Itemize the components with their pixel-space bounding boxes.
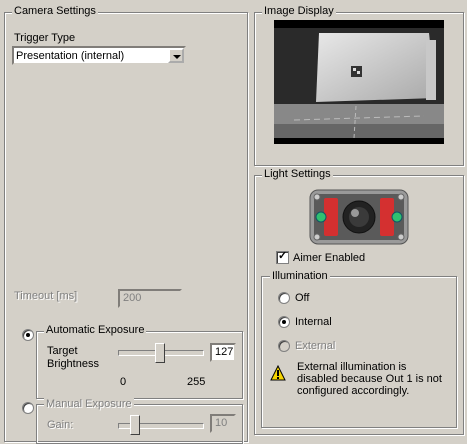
illumination-external-label: External [295,340,336,352]
gain-slider-thumb[interactable] [130,415,140,435]
light-module-svg [309,189,409,245]
illumination-external-radio[interactable] [278,340,290,352]
slider-max-label: 255 [187,376,206,388]
camera-image [274,20,444,144]
checkmark-icon: ✓ [278,250,288,262]
aimer-enabled-checkbox[interactable]: ✓ [276,250,289,264]
dropdown-button[interactable] [168,48,184,63]
warning-icon [270,364,286,381]
illumination-off-label: Off [295,292,310,304]
warning-text-3: configured accordingly. [297,385,410,397]
illumination-off-radio[interactable] [278,292,290,304]
auto-exposure-radio[interactable] [22,329,34,341]
auto-exposure-title: Automatic Exposure [44,324,147,337]
timeout-input[interactable]: 200 [118,289,182,308]
radio-selected-dot [282,320,286,324]
gain-input[interactable]: 10 [210,414,236,433]
trigger-type-value: Presentation (internal) [16,50,125,62]
brightness-input[interactable]: 127 [210,343,236,362]
timeout-label: Timeout [ms] [14,290,78,302]
illumination-internal-radio[interactable] [278,316,290,328]
light-module-image [309,189,409,245]
light-settings-title: Light Settings [262,168,333,181]
image-display-title: Image Display [262,5,336,18]
warning-icon-svg [270,364,286,381]
camera-settings-title: Camera Settings [12,5,98,18]
target-brightness-label-2: Brightness [47,358,99,370]
illumination-group [261,276,457,428]
manual-exposure-radio[interactable] [22,402,34,414]
trigger-type-dropdown[interactable]: Presentation (internal) [12,46,186,65]
trigger-type-label: Trigger Type [14,32,76,44]
brightness-slider-thumb[interactable] [154,343,165,363]
slider-min-label: 0 [120,376,127,388]
illumination-internal-label: Internal [295,316,332,328]
target-brightness-label: Target [47,345,78,357]
gain-label: Gain: [47,419,74,431]
camera-image-svg [274,28,444,139]
radio-selected-dot [26,333,30,337]
illumination-title: Illumination [270,270,330,283]
manual-exposure-title: Manual Exposure [44,398,134,411]
chevron-down-icon [173,55,181,59]
aimer-enabled-label: Aimer Enabled [293,252,366,264]
